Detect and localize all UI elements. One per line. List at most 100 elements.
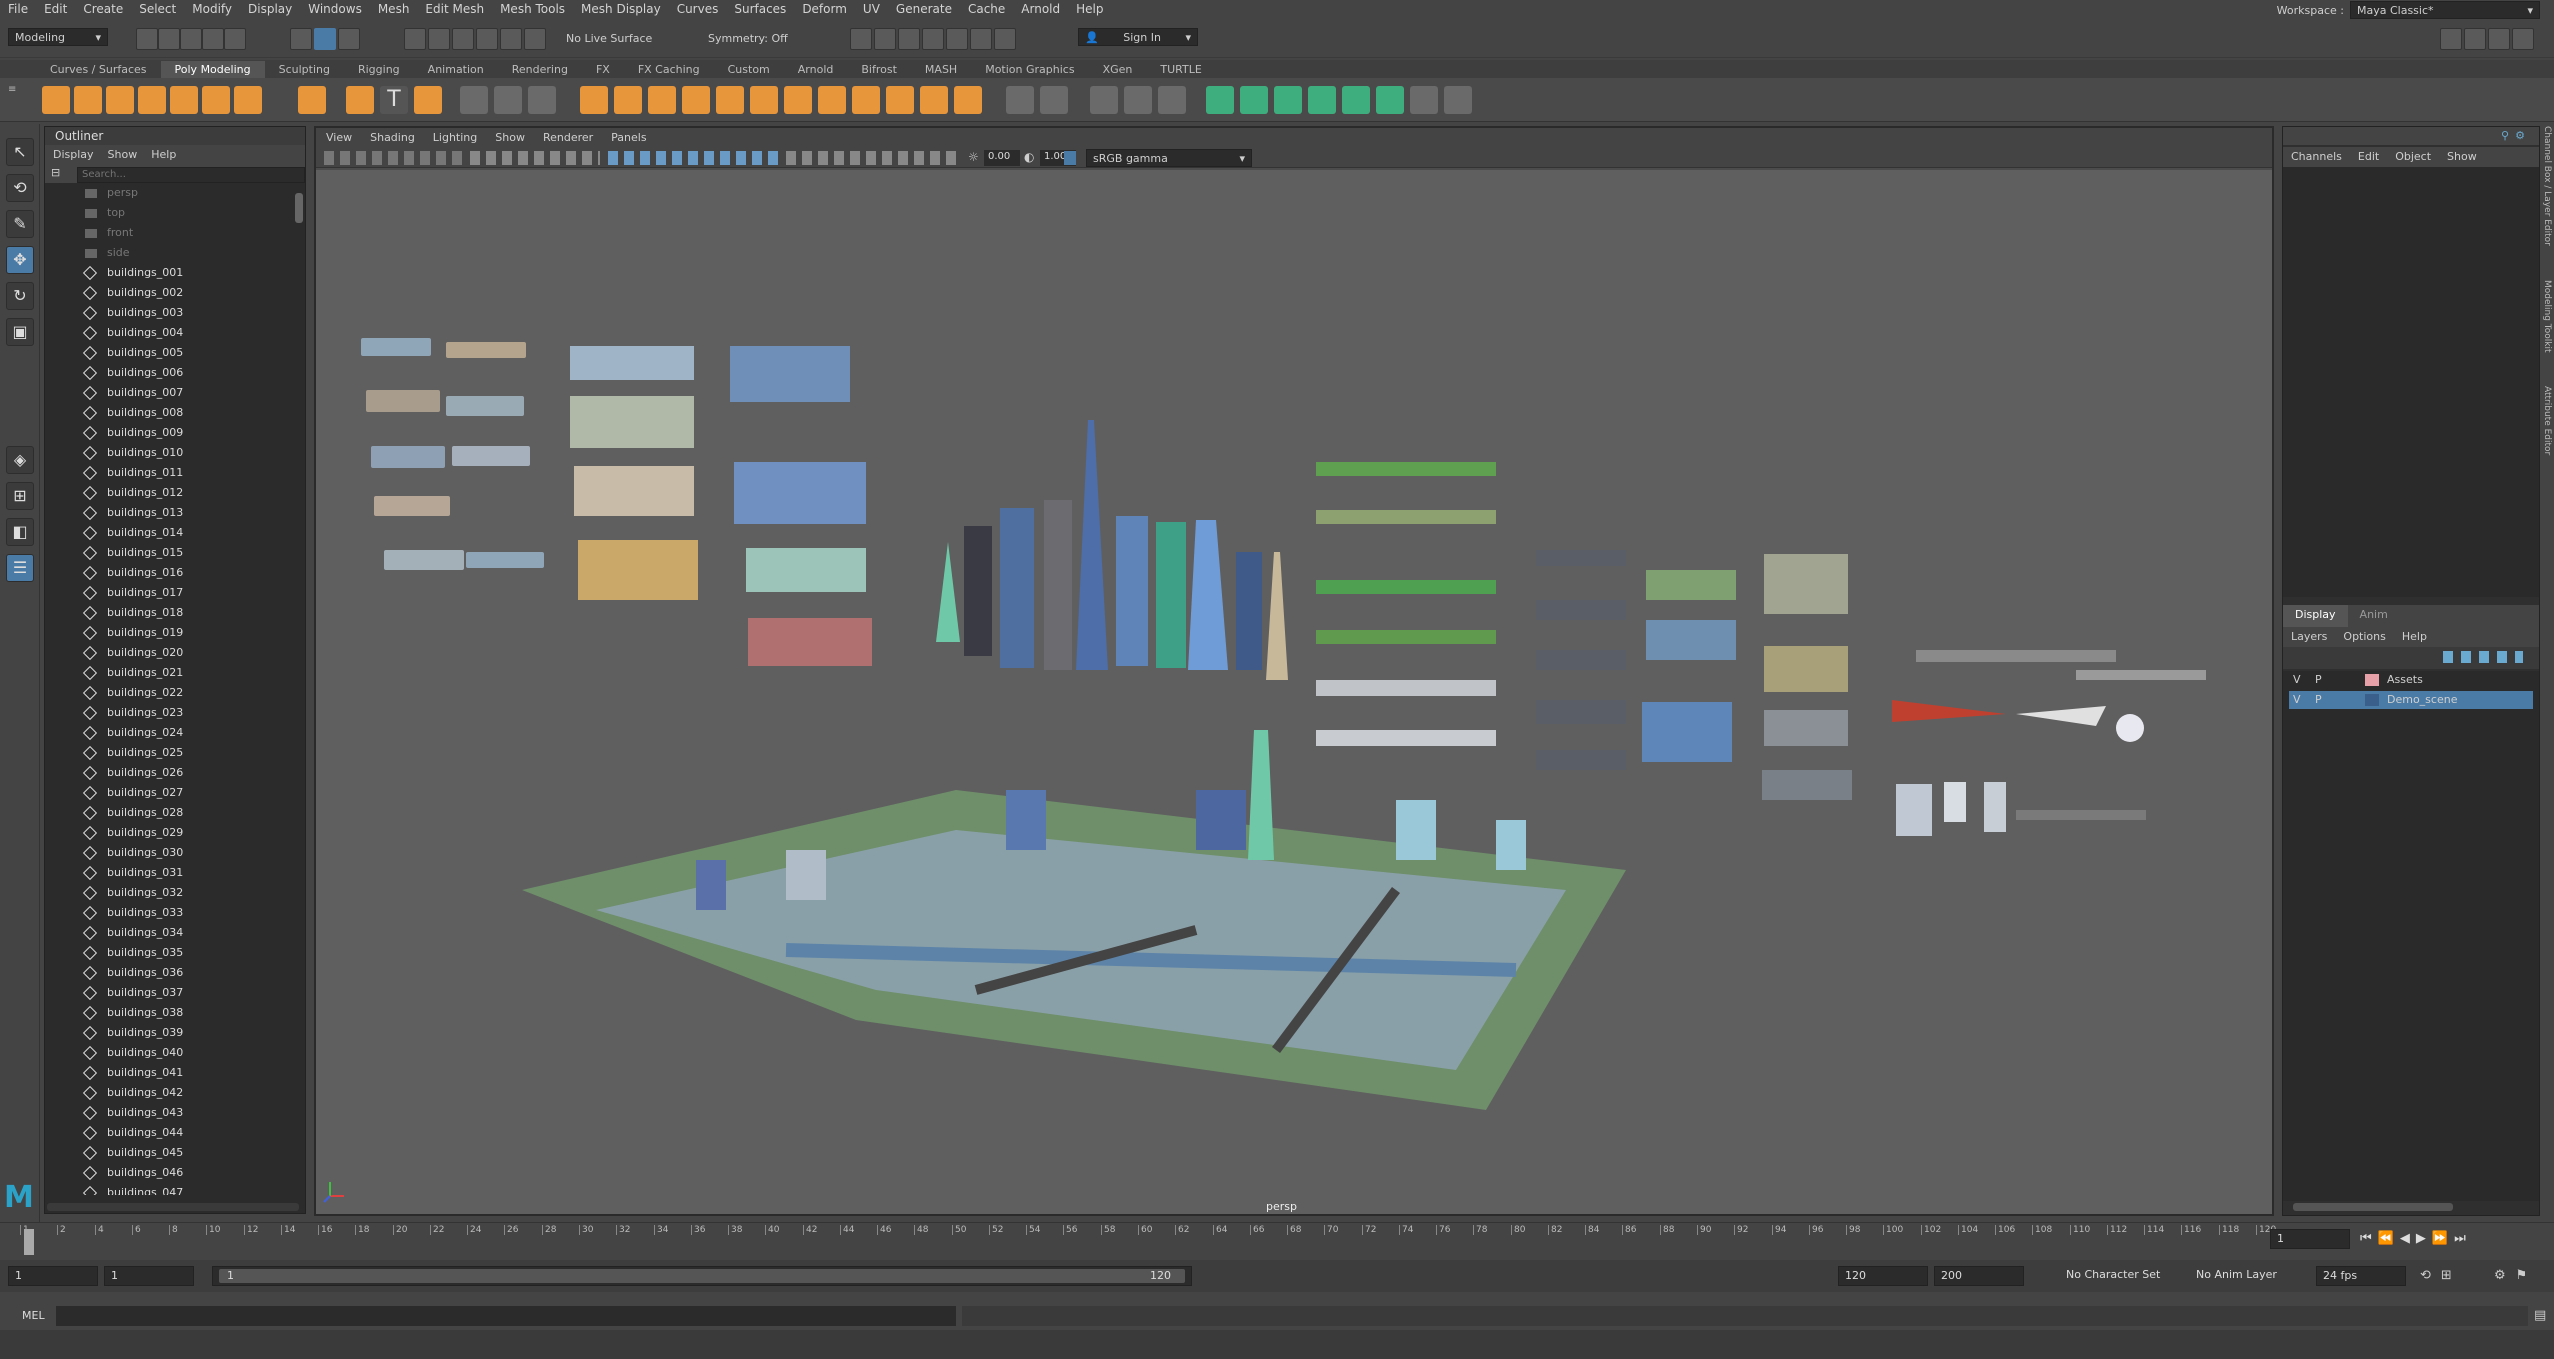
outliner-menu-help[interactable]: Help — [151, 148, 176, 162]
outliner-toggle-icon[interactable] — [2512, 28, 2534, 50]
exposure-field[interactable]: 0.00 — [984, 150, 1020, 166]
bridge-icon[interactable] — [852, 86, 880, 114]
shelf-tab-arnold[interactable]: Arnold — [784, 61, 848, 78]
outliner-item[interactable]: buildings_018 — [45, 603, 305, 623]
viewport-menu-lighting[interactable]: Lighting — [433, 131, 477, 145]
layer-row[interactable]: V P Demo_scene — [2289, 691, 2533, 709]
new-scene-icon[interactable] — [136, 28, 158, 50]
menu-mesh[interactable]: Mesh — [370, 2, 418, 16]
menu-edit-mesh[interactable]: Edit Mesh — [417, 2, 492, 16]
end-time-field[interactable]: 200 — [1934, 1266, 2024, 1286]
layout-single-icon[interactable] — [2440, 28, 2462, 50]
outliner-item[interactable]: buildings_013 — [45, 503, 305, 523]
outliner-item[interactable]: buildings_040 — [45, 1043, 305, 1063]
outliner-item[interactable]: buildings_043 — [45, 1103, 305, 1123]
camera-tools-icon[interactable] — [324, 151, 464, 165]
menu-help[interactable]: Help — [1068, 2, 1111, 16]
lighting-modes-icon[interactable] — [786, 151, 876, 165]
connect-icon[interactable] — [1090, 86, 1118, 114]
extract-icon[interactable] — [614, 86, 642, 114]
mirror-icon[interactable] — [648, 86, 676, 114]
layer-hscrollbar[interactable] — [2293, 1203, 2453, 1211]
outliner-item[interactable]: buildings_007 — [45, 383, 305, 403]
menu-arnold[interactable]: Arnold — [1013, 2, 1068, 16]
script-editor-icon[interactable]: ▤ — [2534, 1308, 2546, 1323]
shelf-tab-motion-graphics[interactable]: Motion Graphics — [971, 61, 1088, 78]
snap-point-icon[interactable] — [452, 28, 474, 50]
outliner-item[interactable]: buildings_014 — [45, 523, 305, 543]
quad-draw-icon[interactable] — [1158, 86, 1186, 114]
outliner-item[interactable]: buildings_032 — [45, 883, 305, 903]
menu-curves[interactable]: Curves — [669, 2, 727, 16]
channel-box-icon[interactable]: ⚲ — [2501, 129, 2509, 142]
outliner-item[interactable]: buildings_044 — [45, 1123, 305, 1143]
outliner-item[interactable]: buildings_030 — [45, 843, 305, 863]
poly-cylinder-icon[interactable] — [106, 86, 134, 114]
layer-color-swatch[interactable] — [2365, 694, 2379, 706]
retopo-icon[interactable] — [784, 86, 812, 114]
ipr-render-icon[interactable] — [898, 28, 920, 50]
fill-hole-icon[interactable] — [682, 86, 710, 114]
redo-icon[interactable] — [224, 28, 246, 50]
sew-uv-icon[interactable] — [1444, 86, 1472, 114]
outliner-item[interactable]: buildings_002 — [45, 283, 305, 303]
outliner-item[interactable]: buildings_022 — [45, 683, 305, 703]
shelf-menu-icon[interactable]: ≡ — [8, 84, 22, 116]
poly-cube-icon[interactable] — [74, 86, 102, 114]
outliner-item[interactable]: buildings_019 — [45, 623, 305, 643]
menu-modify[interactable]: Modify — [184, 2, 240, 16]
select-hierarchy-icon[interactable] — [290, 28, 312, 50]
select-component-icon[interactable] — [338, 28, 360, 50]
layer-row[interactable]: V P Assets — [2289, 671, 2533, 689]
side-by-side-icon[interactable]: ◧ — [6, 518, 34, 546]
type-tool-icon[interactable]: T — [380, 86, 408, 114]
outliner-item[interactable]: buildings_038 — [45, 1003, 305, 1023]
channel-menu-channels[interactable]: Channels — [2291, 150, 2342, 164]
snap-magnet-icon[interactable] — [524, 28, 546, 50]
shelf-tab-custom[interactable]: Custom — [714, 61, 784, 78]
playback-end-field[interactable]: 120 — [1838, 1266, 1928, 1286]
channel-menu-edit[interactable]: Edit — [2358, 150, 2379, 164]
layer-buttons-icon[interactable] — [2443, 651, 2523, 663]
channel-menu-show[interactable]: Show — [2447, 150, 2477, 164]
outliner-item[interactable]: buildings_026 — [45, 763, 305, 783]
layout-two-icon[interactable] — [2488, 28, 2510, 50]
paint-select-icon[interactable]: ✎ — [6, 210, 34, 238]
outliner-item[interactable]: buildings_041 — [45, 1063, 305, 1083]
select-tool-icon[interactable]: ↖ — [6, 138, 34, 166]
playback-controls-icon[interactable]: ⏮⏪◀▶⏩⏭ — [2360, 1231, 2472, 1246]
shelf-tab-fx-caching[interactable]: FX Caching — [624, 61, 714, 78]
poly-sphere-icon[interactable] — [42, 86, 70, 114]
shelf-tab-rigging[interactable]: Rigging — [344, 61, 414, 78]
outliner-item[interactable]: buildings_024 — [45, 723, 305, 743]
persp-view-icon[interactable]: ◈ — [6, 446, 34, 474]
viewport-menu-panels[interactable]: Panels — [611, 131, 646, 145]
select-object-icon[interactable] — [314, 28, 336, 50]
outliner-item[interactable]: buildings_008 — [45, 403, 305, 423]
menu-windows[interactable]: Windows — [300, 2, 370, 16]
shelf-tab-animation[interactable]: Animation — [414, 61, 498, 78]
outliner-menu-display[interactable]: Display — [53, 148, 94, 162]
menu-uv[interactable]: UV — [855, 2, 888, 16]
scale-tool-icon[interactable]: ▣ — [6, 318, 34, 346]
outliner-item[interactable]: buildings_021 — [45, 663, 305, 683]
display-toggles-icon[interactable] — [470, 151, 600, 165]
channel-menu-object[interactable]: Object — [2395, 150, 2431, 164]
svg-tool-icon[interactable] — [414, 86, 442, 114]
combine-icon[interactable] — [460, 86, 488, 114]
outliner-menu-show[interactable]: Show — [108, 148, 138, 162]
layer-tab-anim[interactable]: Anim — [2348, 605, 2400, 627]
side-tab-attribute-editor[interactable]: Attribute Editor — [2542, 386, 2552, 455]
insert-edge-loop-icon[interactable] — [1124, 86, 1152, 114]
outliner-item[interactable]: buildings_001 — [45, 263, 305, 283]
four-view-icon[interactable]: ⊞ — [6, 482, 34, 510]
target-weld-icon[interactable] — [1040, 86, 1068, 114]
open-scene-icon[interactable] — [158, 28, 180, 50]
layer-playback-toggle[interactable]: P — [2315, 671, 2331, 689]
outliner-item[interactable]: buildings_028 — [45, 803, 305, 823]
layer-menu-help[interactable]: Help — [2402, 630, 2427, 644]
viewport-menu-shading[interactable]: Shading — [370, 131, 415, 145]
anim-prefs-icons[interactable]: ⚙⚑ — [2494, 1268, 2537, 1283]
menu-edit[interactable]: Edit — [36, 2, 75, 16]
loop-key-icons[interactable]: ⟲⊞ — [2420, 1268, 2462, 1283]
